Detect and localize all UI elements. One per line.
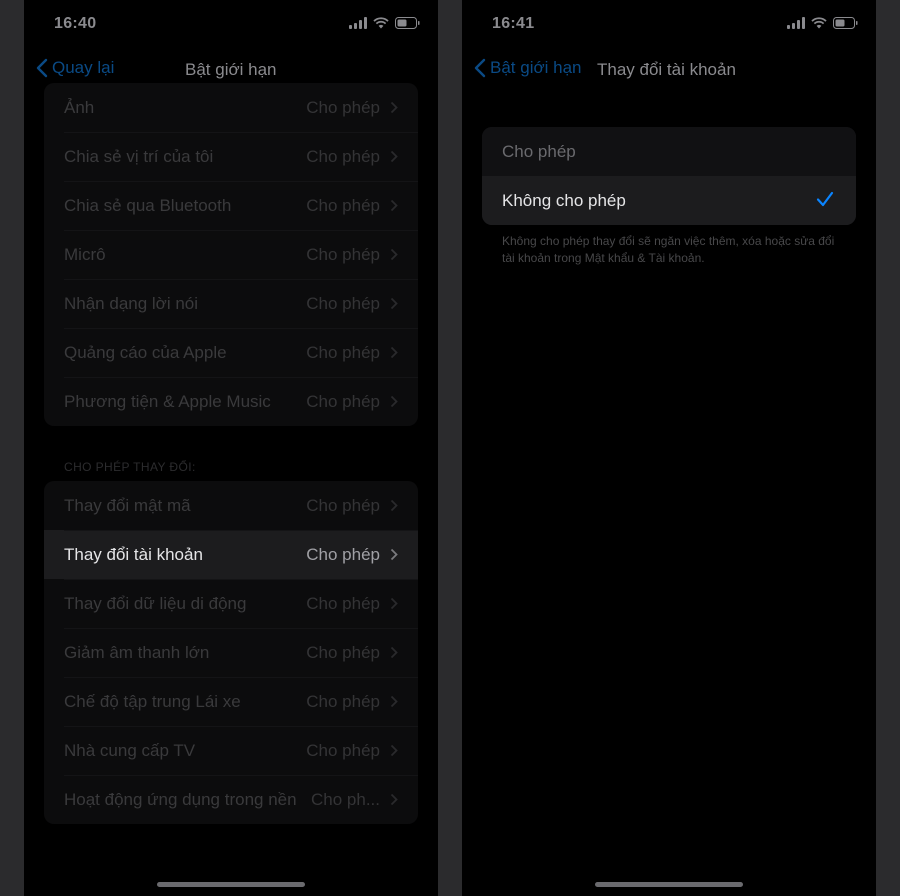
- chevron-right-icon: [390, 499, 398, 512]
- setting-label: Giảm âm thanh lớn: [64, 643, 210, 662]
- setting-row-reduce-loud-sounds[interactable]: Giảm âm thanh lớn Cho phép: [44, 628, 418, 677]
- setting-row-background-app-activity[interactable]: Hoạt động ứng dụng trong nền Cho ph...: [44, 775, 418, 824]
- setting-value: Cho phép: [306, 343, 380, 362]
- back-label: Quay lại: [52, 58, 115, 77]
- setting-value: Cho phép: [306, 692, 380, 711]
- setting-value: Cho phép: [306, 643, 380, 662]
- setting-row-passcode-changes[interactable]: Thay đổi mật mã Cho phép: [44, 481, 418, 530]
- wifi-icon: [373, 17, 389, 29]
- setting-label: Chia sẻ qua Bluetooth: [64, 196, 232, 215]
- nav-title: Thay đổi tài khoản: [597, 60, 736, 79]
- setting-value: Cho phép: [306, 594, 380, 613]
- status-time: 16:41: [492, 15, 535, 32]
- status-icons: [787, 17, 858, 29]
- setting-row-account-changes[interactable]: Thay đổi tài khoản Cho phép: [44, 530, 418, 579]
- setting-value: Cho phép: [306, 147, 380, 166]
- status-time: 16:40: [54, 15, 97, 32]
- setting-value: Cho ph...: [311, 790, 380, 809]
- chevron-right-icon: [390, 101, 398, 114]
- navigation-bar: Bật giới hạn Thay đổi tài khoản: [462, 48, 876, 92]
- setting-label: Thay đổi mật mã: [64, 496, 191, 515]
- option-allow[interactable]: Cho phép: [482, 127, 856, 176]
- setting-row-share-location[interactable]: Chia sẻ vị trí của tôi Cho phép: [44, 132, 418, 181]
- account-changes-options: Cho phép Không cho phép: [482, 127, 856, 225]
- right-phone-screen: 16:41 Bật giới hạn Thay đổi tài khoản Ch…: [462, 0, 876, 896]
- setting-label: Quảng cáo của Apple: [64, 343, 227, 362]
- setting-value: Cho phép: [306, 496, 380, 515]
- setting-row-apple-advertising[interactable]: Quảng cáo của Apple Cho phép: [44, 328, 418, 377]
- chevron-right-icon: [390, 346, 398, 359]
- setting-label: Thay đổi tài khoản: [64, 545, 203, 564]
- setting-value: Cho phép: [306, 392, 380, 411]
- setting-label: Phương tiện & Apple Music: [64, 392, 271, 411]
- setting-label: Hoạt động ứng dụng trong nền: [64, 790, 297, 809]
- chevron-right-icon: [390, 695, 398, 708]
- setting-row-tv-provider[interactable]: Nhà cung cấp TV Cho phép: [44, 726, 418, 775]
- setting-label: Chia sẻ vị trí của tôi: [64, 147, 214, 166]
- status-bar: 16:41: [462, 0, 876, 48]
- allow-changes-group: Thay đổi mật mã Cho phép Thay đổi tài kh…: [44, 481, 418, 824]
- options-footer-note: Không cho phép thay đổi sẽ ngăn việc thê…: [502, 234, 835, 265]
- battery-icon: [395, 17, 420, 29]
- setting-label: Chế độ tập trung Lái xe: [64, 692, 241, 711]
- home-indicator[interactable]: [157, 882, 305, 887]
- back-button[interactable]: Bật giới hạn: [474, 58, 581, 78]
- setting-row-media-apple-music[interactable]: Phương tiện & Apple Music Cho phép: [44, 377, 418, 426]
- setting-label: Thay đổi dữ liệu di động: [64, 594, 247, 613]
- setting-row-driving-focus[interactable]: Chế độ tập trung Lái xe Cho phép: [44, 677, 418, 726]
- wifi-icon: [811, 17, 827, 29]
- status-icons: [349, 17, 420, 29]
- chevron-right-icon: [390, 548, 398, 561]
- back-label: Bật giới hạn: [490, 58, 582, 77]
- chevron-right-icon: [390, 297, 398, 310]
- option-label: Không cho phép: [502, 191, 626, 210]
- setting-row-photos[interactable]: Ảnh Cho phép: [44, 83, 418, 132]
- setting-label: Nhà cung cấp TV: [64, 741, 196, 760]
- setting-value: Cho phép: [306, 545, 380, 564]
- setting-value: Cho phép: [306, 98, 380, 117]
- back-chevron-icon: [36, 58, 48, 78]
- checkmark-icon: [816, 191, 834, 207]
- chevron-right-icon: [390, 248, 398, 261]
- section-header-allow-changes: CHO PHÉP THAY ĐỔI:: [64, 460, 196, 474]
- left-phone-screen: 16:40 Quay lại Bật giới hạn Ảnh Cho phép…: [24, 0, 438, 896]
- battery-icon: [833, 17, 858, 29]
- setting-value: Cho phép: [306, 741, 380, 760]
- setting-row-cellular-data-changes[interactable]: Thay đổi dữ liệu di động Cho phép: [44, 579, 418, 628]
- privacy-settings-group: Ảnh Cho phép Chia sẻ vị trí của tôi Cho …: [44, 83, 418, 426]
- chevron-right-icon: [390, 395, 398, 408]
- signal-icon: [787, 17, 805, 29]
- back-button[interactable]: Quay lại: [36, 58, 114, 78]
- chevron-right-icon: [390, 199, 398, 212]
- setting-label: Nhận dạng lời nói: [64, 294, 199, 313]
- status-bar: 16:40: [24, 0, 438, 48]
- setting-label: Micrô: [64, 245, 106, 264]
- home-indicator[interactable]: [595, 882, 743, 887]
- chevron-right-icon: [390, 744, 398, 757]
- signal-icon: [349, 17, 367, 29]
- setting-value: Cho phép: [306, 196, 380, 215]
- setting-row-speech-recognition[interactable]: Nhận dạng lời nói Cho phép: [44, 279, 418, 328]
- setting-value: Cho phép: [306, 245, 380, 264]
- chevron-right-icon: [390, 150, 398, 163]
- chevron-right-icon: [390, 793, 398, 806]
- setting-row-bluetooth-sharing[interactable]: Chia sẻ qua Bluetooth Cho phép: [44, 181, 418, 230]
- setting-row-microphone[interactable]: Micrô Cho phép: [44, 230, 418, 279]
- option-dont-allow[interactable]: Không cho phép: [482, 176, 856, 225]
- option-label: Cho phép: [502, 142, 576, 161]
- nav-title: Bật giới hạn: [185, 60, 277, 79]
- back-chevron-icon: [474, 58, 486, 78]
- setting-value: Cho phép: [306, 294, 380, 313]
- setting-label: Ảnh: [64, 98, 95, 117]
- chevron-right-icon: [390, 597, 398, 610]
- chevron-right-icon: [390, 646, 398, 659]
